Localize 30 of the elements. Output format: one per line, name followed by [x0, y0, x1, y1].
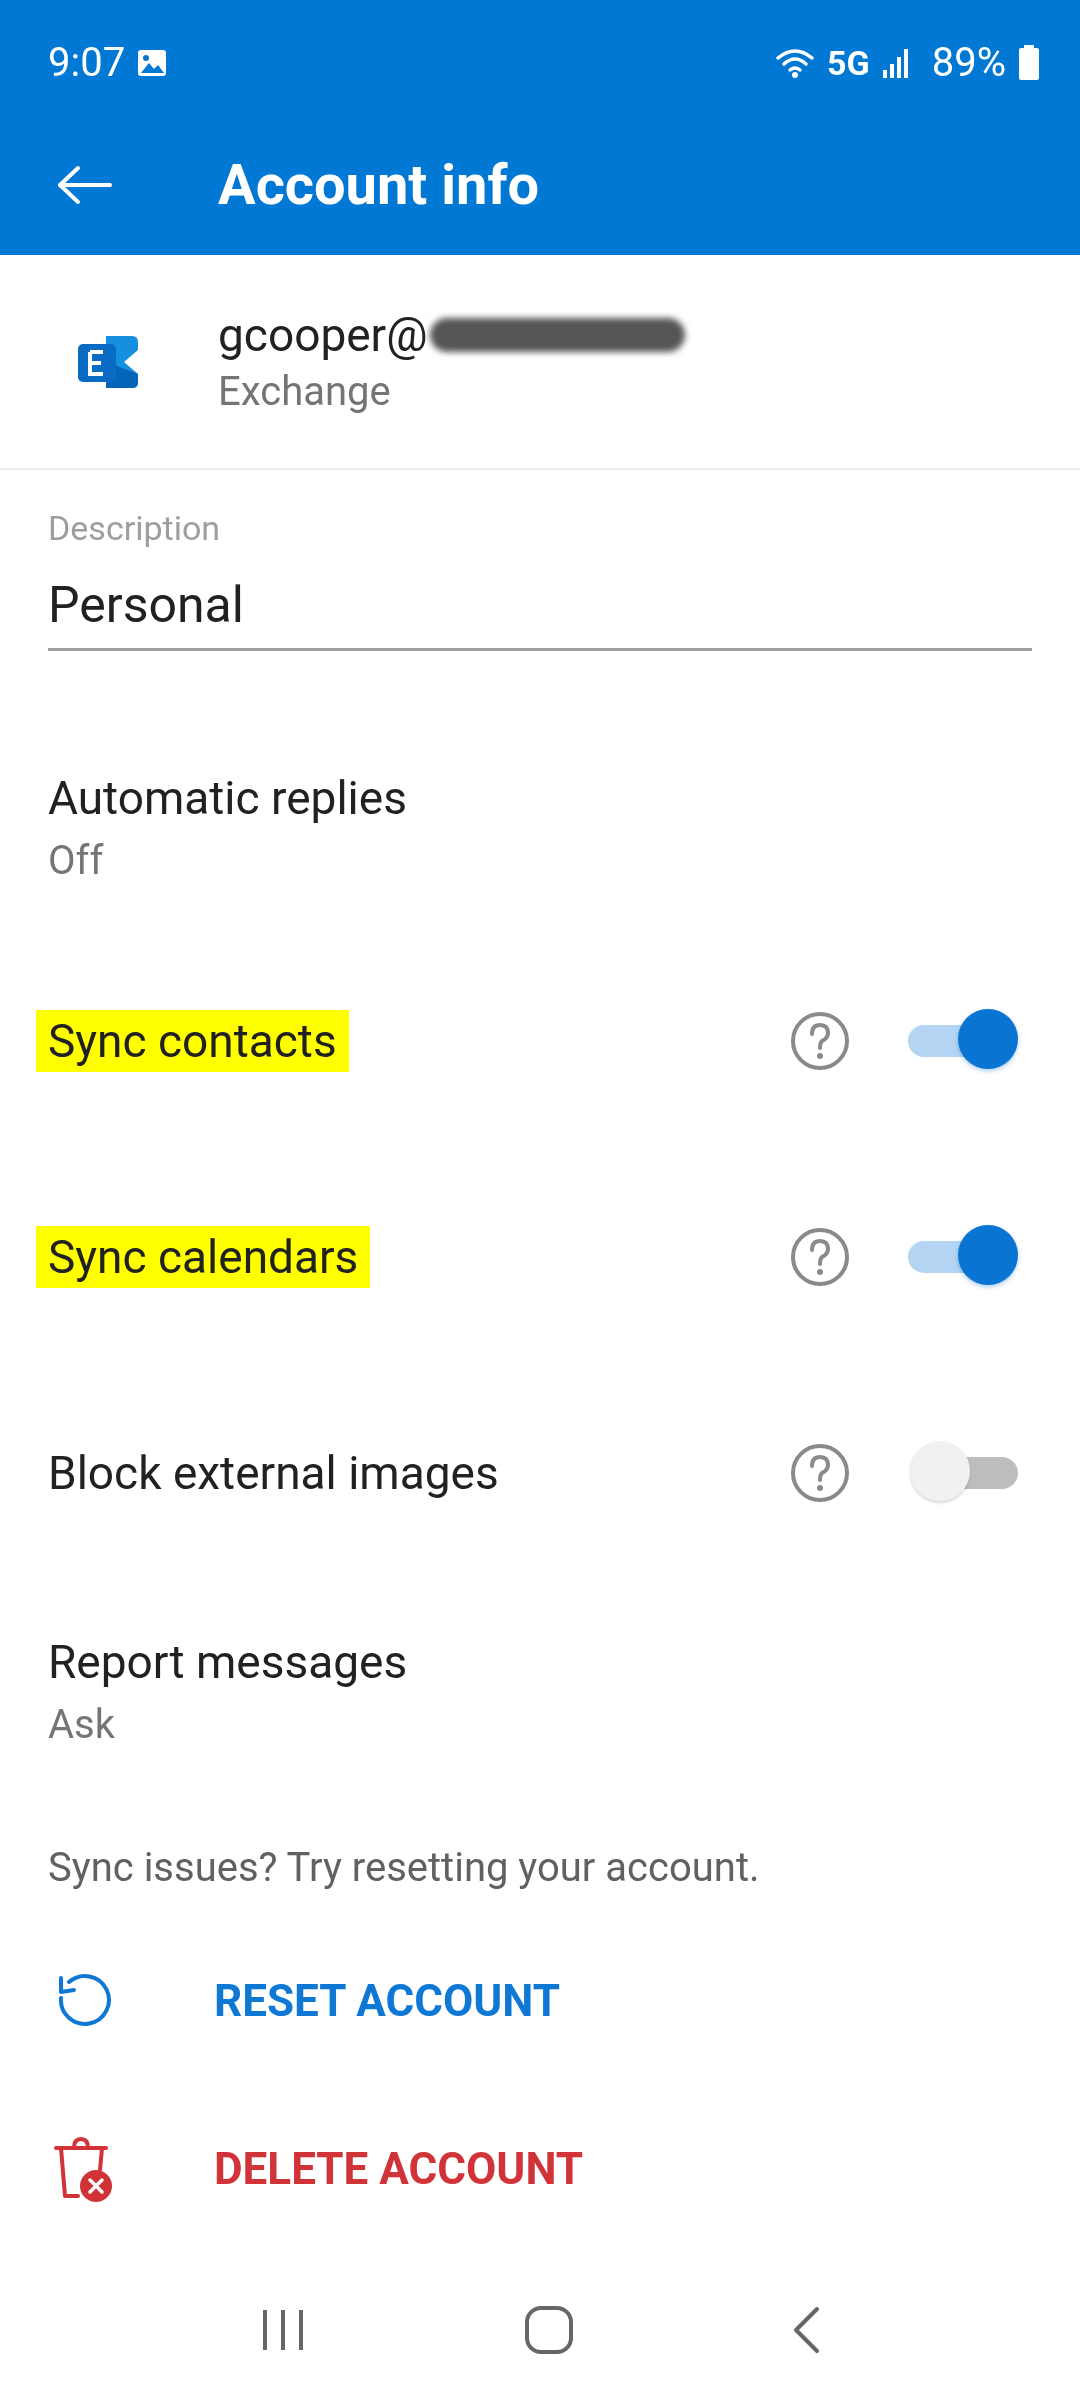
setting-label: Sync contacts [36, 1010, 349, 1072]
image-icon [137, 48, 168, 77]
trash-icon [54, 2136, 114, 2202]
setting-label: Sync calendars [36, 1226, 371, 1288]
description-field[interactable]: Personal [48, 548, 1032, 651]
help-icon[interactable] [790, 1443, 850, 1503]
exchange-logo-icon [76, 333, 140, 390]
field-label: Description [48, 508, 222, 548]
setting-item[interactable]: Report messages Ask [0, 1581, 1080, 1797]
setting-value: Off [48, 836, 104, 884]
battery-icon [1018, 44, 1040, 81]
network-label: 5G [827, 42, 870, 83]
sync-note: Sync issues? Try resetting your account. [47, 1842, 761, 1893]
account-email: gcooper@ [218, 308, 428, 362]
help-icon[interactable] [790, 1227, 850, 1287]
account-type: Exchange [218, 368, 392, 415]
battery-percent: 89% [931, 39, 1006, 86]
delete-account-button[interactable]: DELETE ACCOUNT [214, 2133, 584, 2205]
help-icon[interactable] [790, 1011, 850, 1071]
setting-value: Ask [48, 1700, 115, 1748]
setting-label: Block external images [48, 1445, 499, 1502]
setting-label: Automatic replies [48, 769, 407, 827]
reset-account-button[interactable]: RESET ACCOUNT [214, 1965, 561, 2037]
back-icon[interactable] [791, 2306, 822, 2354]
screen-title: Account info [218, 152, 540, 218]
status-time: 9:07 [48, 39, 126, 86]
back-button[interactable] [56, 165, 112, 205]
home-icon[interactable] [524, 2305, 574, 2355]
setting-item[interactable]: Automatic replies Off [0, 717, 1080, 933]
setting-label: Report messages [48, 1633, 408, 1691]
